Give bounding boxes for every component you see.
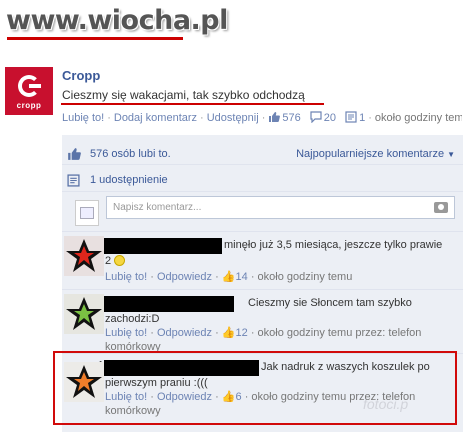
comment-time[interactable]: około godziny temu — [258, 271, 353, 283]
post-actions: Lubię to! · Dodaj komentarz · Udostępnij · 576… — [62, 111, 462, 124]
thumbs-up-icon — [269, 112, 281, 122]
comment-text: Cieszmy sie Słoncem tam szybko — [248, 297, 412, 309]
shares-summary[interactable]: 1 udostępnienie — [90, 174, 168, 186]
comment-reply-link[interactable]: Odpowiedz — [157, 271, 212, 283]
post-text: Cieszmy się wakacjami, tak szybko odchod… — [62, 88, 305, 102]
comment-item: Cieszmy sie Słoncem tam szybko zachodzi:… — [62, 289, 463, 353]
comment-time[interactable]: około godziny temu przez: telefon — [258, 327, 422, 339]
like-link[interactable]: Lubię to! — [62, 112, 104, 124]
thumbs-up-icon: 👍 — [221, 327, 236, 339]
image-placeholder-icon — [80, 207, 94, 219]
page-logo-word: cropp — [16, 101, 42, 110]
likes-summary[interactable]: 576 osób lubi to. — [90, 148, 171, 160]
comment-icon — [310, 111, 322, 123]
comment-like-link[interactable]: Lubię to! — [105, 327, 147, 339]
comment-like-link[interactable]: Lubię to! — [105, 271, 147, 283]
comment-placeholder: Napisz komentarz... — [113, 202, 202, 213]
page-avatar[interactable]: cropp — [5, 67, 53, 115]
commenter-avatar[interactable] — [64, 236, 104, 276]
share-icon — [345, 111, 357, 123]
logo-underline — [7, 37, 183, 40]
thumbs-up-icon: 👍 — [221, 271, 236, 283]
comment-meta: Lubię to! · Odpowiedz · 👍12 · około godz… — [105, 327, 422, 339]
sort-label: Najpopularniejsze komentarze — [296, 148, 445, 160]
highlight-box — [53, 351, 457, 425]
post-likes-count[interactable]: 576 — [282, 112, 300, 124]
comment-likes[interactable]: 14 — [236, 271, 248, 283]
redacted-name — [104, 238, 222, 254]
page-name[interactable]: Cropp — [62, 68, 100, 83]
smiley-icon — [114, 255, 126, 266]
comment-link[interactable]: Dodaj komentarz — [114, 112, 197, 124]
post-time[interactable]: około godziny temu — [375, 112, 462, 124]
comment-meta: Lubię to! · Odpowiedz · 👍14 · około godz… — [105, 271, 353, 283]
thumbs-up-icon — [68, 148, 81, 160]
comment-input[interactable]: Napisz komentarz... — [106, 196, 455, 219]
comment-text: minęło już 3,5 miesiąca, jeszcze tylko p… — [224, 239, 443, 251]
comment-text-line2: 2 — [105, 254, 126, 269]
comment-item: minęło już 3,5 miesiąca, jeszcze tylko p… — [62, 231, 463, 289]
share-icon — [67, 174, 80, 187]
likes-summary-row: 576 osób lubi to. Najpopularniejsze kome… — [62, 143, 463, 165]
sort-comments-dropdown[interactable]: Najpopularniejsze komentarze ▼ — [296, 148, 455, 160]
watermark: fotoci.p — [363, 396, 409, 412]
camera-icon[interactable] — [434, 202, 448, 213]
star-icon — [64, 236, 104, 276]
shares-summary-row: 1 udostępnienie — [62, 170, 463, 192]
chevron-down-icon: ▼ — [447, 150, 455, 159]
post-underline — [61, 103, 324, 105]
post-comments-count[interactable]: 20 — [324, 112, 336, 124]
comment-text-line2: zachodzi:D — [105, 313, 160, 325]
redacted-name — [104, 296, 234, 312]
site-logo: www.wiocha.pl — [6, 5, 228, 36]
star-icon — [64, 294, 104, 334]
commenter-avatar[interactable] — [64, 294, 104, 334]
user-avatar — [75, 200, 99, 226]
comment-likes[interactable]: 12 — [236, 327, 248, 339]
share-link[interactable]: Udostępnij — [207, 112, 259, 124]
post-shares-count[interactable]: 1 — [359, 112, 365, 124]
comment-reply-link[interactable]: Odpowiedz — [157, 327, 212, 339]
